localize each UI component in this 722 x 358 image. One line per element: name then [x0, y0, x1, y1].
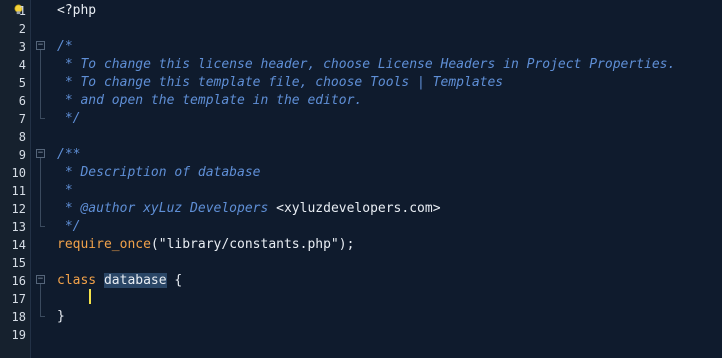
text-caret — [89, 289, 91, 304]
code-line-text: */ — [57, 218, 81, 236]
code-line-text: <?php — [57, 2, 96, 20]
code-line-text: * — [57, 182, 73, 200]
code-line[interactable]: * To change this license header, choose … — [51, 56, 722, 74]
code-line-text: */ — [57, 110, 81, 128]
code-token: * and open the template in the editor. — [57, 93, 363, 108]
line-number: 14 — [11, 238, 26, 252]
selected-identifier: database — [103, 273, 167, 288]
line-number: 19 — [11, 328, 26, 342]
code-line-text: require_once("library/constants.php"); — [57, 236, 354, 254]
code-line[interactable]: */ — [51, 218, 722, 236]
code-token: */ — [57, 111, 81, 126]
code-token: <?php — [57, 3, 97, 18]
line-number: 11 — [11, 184, 26, 198]
code-line[interactable] — [51, 326, 722, 344]
code-line[interactable]: * @author xyLuz Developers <xyluzdevelop… — [51, 200, 722, 218]
code-line-text: * To change this template file, choose T… — [57, 74, 503, 92]
code-token: ("library/constants.php"); — [150, 237, 355, 252]
fold-guide-end — [40, 118, 45, 119]
code-line[interactable]: */ — [51, 110, 722, 128]
code-area[interactable]: <?php /* * To change this license header,… — [51, 0, 722, 358]
code-line[interactable]: * — [51, 182, 722, 200]
code-line-text: } — [57, 308, 65, 326]
code-line[interactable] — [51, 20, 722, 38]
line-number: 10 — [11, 166, 26, 180]
fold-margin — [31, 0, 51, 358]
code-token: * To change this template file, choose T… — [57, 75, 504, 90]
line-number: 5 — [18, 76, 26, 90]
code-token: { — [166, 273, 183, 288]
code-token: <xyluzdevelopers.com> — [276, 201, 441, 216]
code-line[interactable] — [51, 128, 722, 146]
fold-toggle-class-body[interactable]: − — [36, 275, 45, 284]
code-token: require_once — [57, 237, 151, 252]
code-line-text: * To change this license header, choose … — [57, 56, 676, 74]
code-line[interactable]: * and open the template in the editor. — [51, 92, 722, 110]
code-token: * — [57, 183, 73, 198]
code-editor[interactable]: <?php /* * To change this license header,… — [0, 0, 722, 358]
code-line-text: * Description of database — [57, 164, 261, 182]
line-number: 15 — [11, 256, 26, 270]
code-line[interactable]: /** — [51, 146, 722, 164]
code-line-text: class database { — [57, 272, 182, 290]
fold-guide-end — [40, 226, 45, 227]
code-line[interactable]: } — [51, 308, 722, 326]
code-token: * @author xyLuz Developers — [57, 201, 277, 216]
code-token: /* — [57, 39, 73, 54]
line-number: 4 — [18, 58, 26, 72]
code-line-text: * @author xyLuz Developers <xyluzdevelop… — [57, 200, 441, 218]
code-line[interactable]: * Description of database — [51, 164, 722, 182]
code-line[interactable]: * To change this template file, choose T… — [51, 74, 722, 92]
fold-guide — [40, 158, 41, 226]
line-number: 18 — [11, 310, 26, 324]
fold-toggle-doc-comment[interactable]: − — [36, 149, 45, 158]
code-line-text: /* — [57, 38, 73, 56]
code-line[interactable] — [51, 290, 722, 308]
code-line[interactable]: require_once("library/constants.php"); — [51, 236, 722, 254]
code-token: */ — [57, 219, 81, 234]
line-number: 9 — [18, 148, 26, 162]
code-token: * To change this license header, choose … — [57, 57, 676, 72]
line-number: 7 — [18, 112, 26, 126]
code-line-text: /** — [57, 146, 80, 164]
line-number: 16 — [11, 274, 26, 288]
code-line[interactable]: <?php — [51, 2, 722, 20]
line-number: 3 — [18, 40, 26, 54]
fold-guide — [40, 50, 41, 118]
code-line[interactable]: class database { — [51, 272, 722, 290]
line-number: 6 — [18, 94, 26, 108]
code-token: /** — [57, 147, 81, 162]
code-line[interactable]: /* — [51, 38, 722, 56]
code-token: } — [57, 309, 65, 324]
fold-toggle-license-comment[interactable]: − — [36, 41, 45, 50]
line-number: 12 — [11, 202, 26, 216]
code-line[interactable] — [51, 254, 722, 272]
code-line-text — [57, 290, 88, 308]
line-number: 17 — [11, 292, 26, 306]
line-number: 2 — [18, 22, 26, 36]
code-line-text: * and open the template in the editor. — [57, 92, 362, 110]
code-token: * Description of database — [57, 165, 261, 180]
code-token: class — [57, 273, 97, 288]
line-number: 13 — [11, 220, 26, 234]
fold-guide-end — [40, 316, 45, 317]
line-number: 8 — [18, 130, 26, 144]
fold-guide — [40, 284, 41, 316]
line-number: 1 — [18, 4, 26, 18]
